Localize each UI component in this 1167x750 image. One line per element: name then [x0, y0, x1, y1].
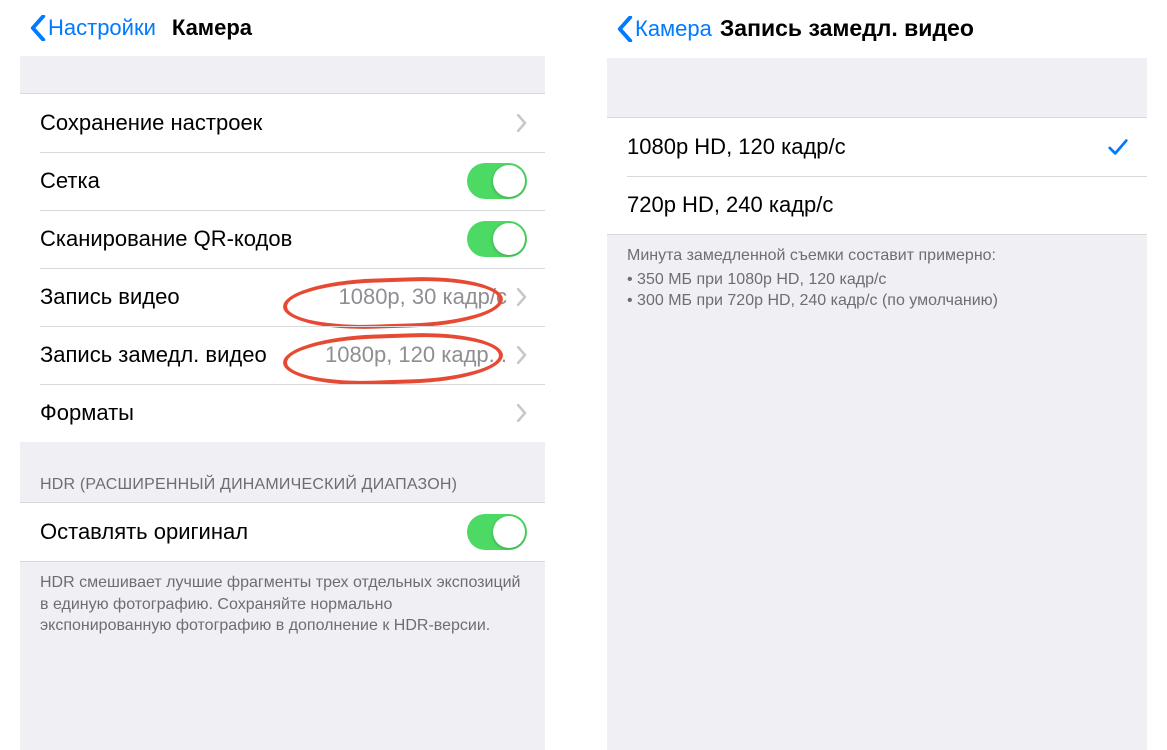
footer-item: 350 МБ при 1080p HD, 120 кадр/с: [627, 269, 1127, 291]
row-label: Сетка: [40, 168, 100, 194]
section-header-hdr: HDR (РАСШИРЕННЫЙ ДИНАМИЧЕСКИЙ ДИАПАЗОН): [20, 442, 545, 503]
row-slowmo-record[interactable]: Запись замедл. видео 1080p, 120 кадр...: [20, 326, 545, 384]
back-label: Настройки: [48, 15, 156, 41]
slowmo-options-list: 1080p HD, 120 кадр/с 720p HD, 240 кадр/с: [607, 118, 1147, 234]
footer-lead: Минута замедленной съемки составит приме…: [627, 245, 1127, 267]
chevron-right-icon: [517, 288, 527, 306]
chevron-left-icon: [617, 16, 633, 42]
row-label: Форматы: [40, 400, 134, 426]
page-title: Запись замедл. видео: [720, 15, 974, 42]
row-formats[interactable]: Форматы: [20, 384, 545, 442]
checkmark-icon: [1107, 136, 1129, 158]
page-title: Камера: [172, 15, 252, 41]
toggle-grid[interactable]: [467, 163, 527, 199]
back-label: Камера: [635, 16, 712, 42]
section-footer-slowmo: Минута замедленной съемки составит приме…: [607, 234, 1147, 326]
camera-settings-panel: Настройки Камера Сохранение настроек Сет…: [20, 0, 545, 750]
navbar-slowmo: Камера Запись замедл. видео: [607, 0, 1147, 58]
section-gap: [20, 56, 545, 94]
row-label: Запись видео: [40, 284, 180, 310]
row-label: Сохранение настроек: [40, 110, 262, 136]
chevron-right-icon: [517, 346, 527, 364]
option-1080p-120fps[interactable]: 1080p HD, 120 кадр/с: [607, 118, 1147, 176]
chevron-left-icon: [30, 15, 46, 41]
settings-list-hdr: Оставлять оригинал: [20, 503, 545, 561]
footer-item: 300 МБ при 720p HD, 240 кадр/с (по умолч…: [627, 290, 1127, 312]
row-value: 1080p, 30 кадр/с: [338, 284, 507, 309]
section-footer-hdr: HDR смешивает лучшие фрагменты трех отде…: [20, 561, 545, 651]
row-qr-scan[interactable]: Сканирование QR-кодов: [20, 210, 545, 268]
row-label: Сканирование QR-кодов: [40, 226, 292, 252]
option-label: 720p HD, 240 кадр/с: [627, 192, 833, 218]
row-keep-original[interactable]: Оставлять оригинал: [20, 503, 545, 561]
toggle-qr[interactable]: [467, 221, 527, 257]
row-grid[interactable]: Сетка: [20, 152, 545, 210]
navbar-camera: Настройки Камера: [20, 0, 545, 56]
row-video-record[interactable]: Запись видео 1080p, 30 кадр/с: [20, 268, 545, 326]
back-button-settings[interactable]: Настройки: [30, 15, 156, 41]
settings-list-1: Сохранение настроек Сетка Сканирование Q…: [20, 94, 545, 442]
toggle-keep-original[interactable]: [467, 514, 527, 550]
section-gap: [607, 58, 1147, 118]
row-value: 1080p, 120 кадр...: [325, 342, 507, 367]
option-label: 1080p HD, 120 кадр/с: [627, 134, 846, 160]
option-720p-240fps[interactable]: 720p HD, 240 кадр/с: [607, 176, 1147, 234]
back-button-camera[interactable]: Камера: [617, 16, 712, 42]
chevron-right-icon: [517, 404, 527, 422]
row-save-settings[interactable]: Сохранение настроек: [20, 94, 545, 152]
row-label: Запись замедл. видео: [40, 342, 267, 368]
chevron-right-icon: [517, 114, 527, 132]
slowmo-settings-panel: Камера Запись замедл. видео 1080p HD, 12…: [607, 0, 1147, 750]
row-label: Оставлять оригинал: [40, 519, 248, 545]
